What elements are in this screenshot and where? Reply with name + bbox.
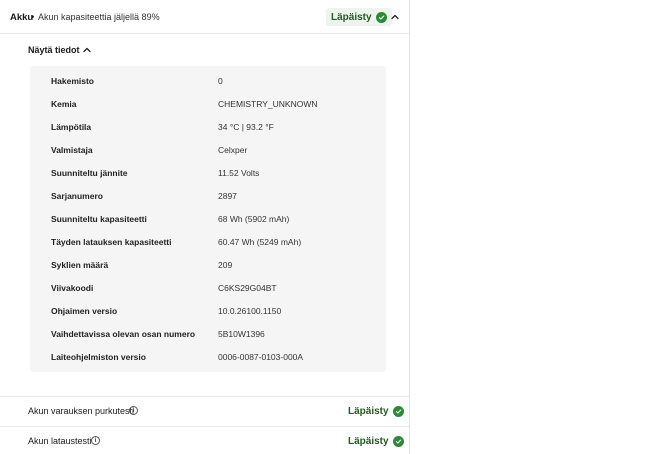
details-toggle[interactable]: Näytä tiedot bbox=[28, 45, 80, 55]
detail-row: Hakemisto 0 bbox=[30, 70, 386, 93]
detail-value: 34 °C | 93.2 °F bbox=[218, 122, 274, 132]
detail-row: Suunniteltu kapasiteetti 68 Wh (5902 mAh… bbox=[30, 208, 386, 231]
detail-label: Vaihdettavissa olevan osan numero bbox=[51, 329, 196, 339]
detail-value: Celxper bbox=[218, 145, 248, 155]
header-separator: • bbox=[31, 12, 35, 23]
test-row-discharge[interactable]: Akun varauksen purkutesti i Läpäisty bbox=[0, 396, 409, 424]
detail-value: 68 Wh (5902 mAh) bbox=[218, 214, 290, 224]
detail-value: CHEMISTRY_UNKNOWN bbox=[218, 99, 318, 109]
detail-row: Täyden latauksen kapasiteetti 60.47 Wh (… bbox=[30, 231, 386, 254]
detail-row: Valmistaja Celxper bbox=[30, 139, 386, 162]
detail-label: Kemia bbox=[51, 99, 77, 109]
detail-value: 11.52 Volts bbox=[218, 168, 260, 178]
detail-row: Lämpötila 34 °C | 93.2 °F bbox=[30, 116, 386, 139]
check-circle-icon bbox=[375, 11, 387, 23]
header-title: Akku bbox=[10, 12, 34, 23]
info-icon[interactable]: i bbox=[91, 436, 100, 445]
detail-row: Ohjaimen versio 10.0.26100.1150 bbox=[30, 300, 386, 323]
header-subtitle: Akun kapasiteettia jäljellä 89% bbox=[38, 12, 160, 22]
test-row-charge[interactable]: Akun lataustesti i Läpäisty bbox=[0, 426, 409, 454]
test-label: Akun varauksen purkutesti bbox=[28, 406, 135, 416]
detail-label: Lämpötila bbox=[51, 122, 92, 132]
status-badge: Läpäisty bbox=[348, 404, 404, 418]
detail-label: Suunniteltu kapasiteetti bbox=[51, 214, 147, 224]
status-label: Läpäisty bbox=[331, 11, 372, 23]
battery-header[interactable]: Akku • Akun kapasiteettia jäljellä 89% L… bbox=[0, 0, 409, 34]
detail-label: Laiteohjelmiston versio bbox=[51, 352, 146, 362]
detail-value: 5B10W1396 bbox=[218, 329, 265, 339]
test-label: Akun lataustesti bbox=[28, 436, 92, 446]
detail-value: C6KS29G04BT bbox=[218, 283, 277, 293]
detail-label: Täyden latauksen kapasiteetti bbox=[51, 237, 172, 247]
status-badge: Läpäisty bbox=[326, 8, 392, 26]
chevron-up-icon[interactable] bbox=[82, 45, 92, 55]
detail-label: Suunniteltu jännite bbox=[51, 168, 128, 178]
detail-label: Sarjanumero bbox=[51, 191, 103, 201]
detail-value: 209 bbox=[218, 260, 233, 270]
check-circle-icon bbox=[392, 405, 404, 417]
detail-value: 0006-0087-0103-000A bbox=[218, 352, 304, 362]
status-label: Läpäisty bbox=[348, 405, 389, 417]
detail-row: Vaihdettavissa olevan osan numero 5B10W1… bbox=[30, 323, 386, 346]
detail-value: 60.47 Wh (5249 mAh) bbox=[218, 237, 302, 247]
detail-label: Hakemisto bbox=[51, 76, 94, 86]
detail-row: Suunniteltu jännite 11.52 Volts bbox=[30, 162, 386, 185]
detail-label: Viivakoodi bbox=[51, 283, 94, 293]
battery-panel: Akku • Akun kapasiteettia jäljellä 89% L… bbox=[0, 0, 410, 454]
detail-label: Ohjaimen versio bbox=[51, 306, 118, 316]
detail-value: 0 bbox=[218, 76, 223, 86]
detail-row: Laiteohjelmiston versio 0006-0087-0103-0… bbox=[30, 346, 386, 369]
detail-value: 10.0.26100.1150 bbox=[218, 306, 282, 316]
detail-label: Valmistaja bbox=[51, 145, 93, 155]
detail-row: Syklien määrä 209 bbox=[30, 254, 386, 277]
detail-row: Viivakoodi C6KS29G04BT bbox=[30, 277, 386, 300]
detail-label: Syklien määrä bbox=[51, 260, 109, 270]
status-badge: Läpäisty bbox=[348, 434, 404, 448]
detail-value: 2897 bbox=[218, 191, 237, 201]
info-icon[interactable]: i bbox=[129, 406, 138, 415]
status-label: Läpäisty bbox=[348, 435, 389, 447]
details-table: Hakemisto 0 Kemia CHEMISTRY_UNKNOWN Lämp… bbox=[30, 66, 386, 372]
check-circle-icon bbox=[392, 435, 404, 447]
detail-row: Kemia CHEMISTRY_UNKNOWN bbox=[30, 93, 386, 116]
chevron-up-icon[interactable] bbox=[390, 12, 400, 22]
detail-row: Sarjanumero 2897 bbox=[30, 185, 386, 208]
